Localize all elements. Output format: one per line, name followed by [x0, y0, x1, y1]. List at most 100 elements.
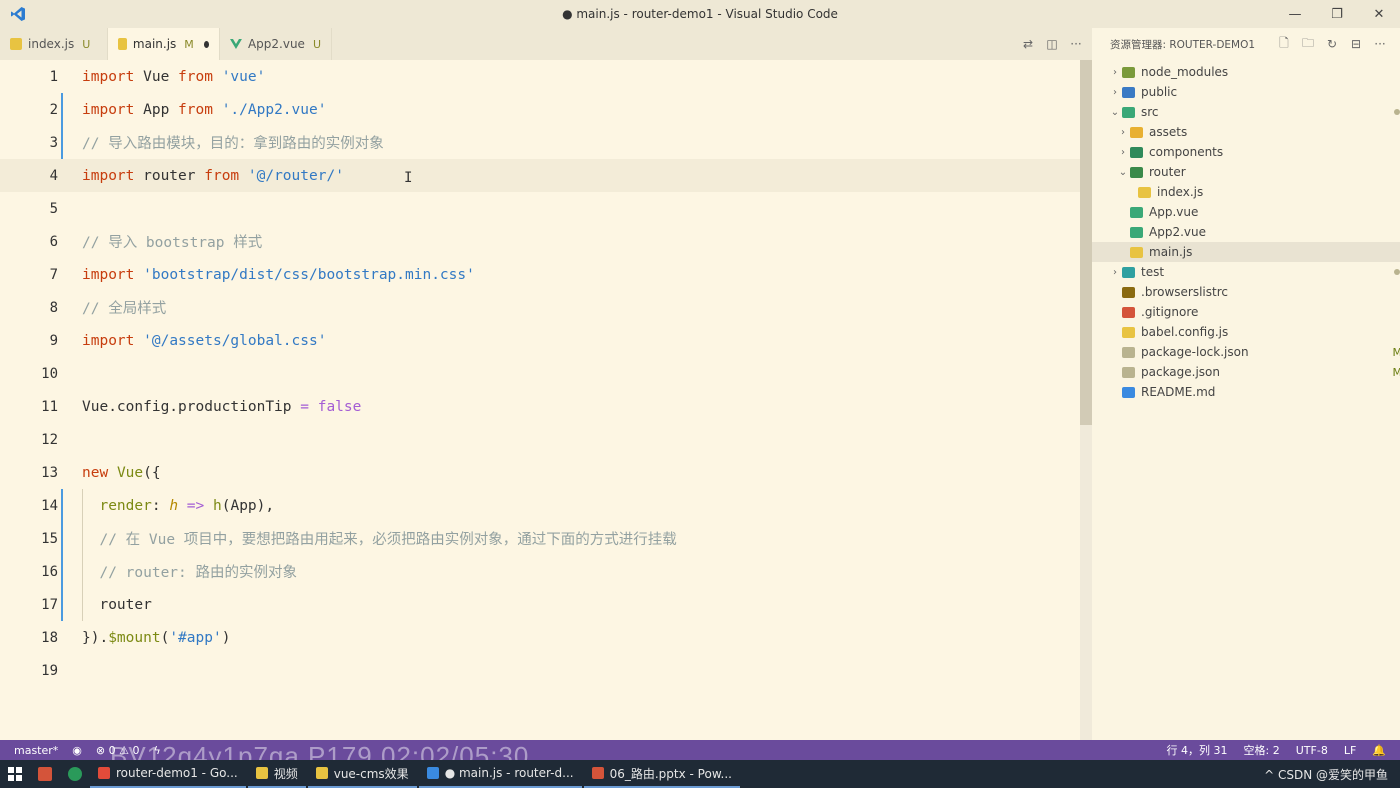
editor-scrollbar[interactable]: [1080, 60, 1092, 740]
tree-item-index-js[interactable]: index.jsU: [1092, 182, 1400, 202]
encoding[interactable]: UTF-8: [1296, 744, 1328, 757]
file-type-icon: [1122, 286, 1135, 298]
code-text: // router: 路由的实例对象: [82, 561, 297, 582]
tab-label: App2.vue: [247, 37, 305, 51]
tree-item-test[interactable]: › test: [1092, 262, 1400, 282]
new-file-icon[interactable]: 🗋: [1276, 36, 1292, 52]
line-number: 11: [41, 398, 58, 415]
tab-main-js[interactable]: main.js M: [108, 28, 220, 60]
tree-item-app2-vue[interactable]: App2.vueU: [1092, 222, 1400, 242]
cursor-position[interactable]: 行 4，列 31: [1167, 742, 1228, 758]
split-editor-icon[interactable]: ◫: [1044, 36, 1060, 52]
browser-icon[interactable]: [60, 760, 90, 788]
code-text: // 导入 bootstrap 样式: [82, 231, 262, 252]
taskbar-item[interactable]: vue-cms效果: [307, 760, 417, 788]
line-number: 14: [41, 497, 58, 514]
tree-item-package-json[interactable]: package.json M: [1092, 362, 1400, 382]
file-type-icon: [1130, 166, 1143, 178]
tree-item-components[interactable]: › components: [1092, 142, 1400, 162]
vscode-icon: [11, 7, 25, 21]
tree-item-gitignore[interactable]: .gitignore: [1092, 302, 1400, 322]
tree-item-babel-config-js[interactable]: babel.config.js: [1092, 322, 1400, 342]
code-line[interactable]: 11 Vue.config.productionTip = false: [0, 390, 1080, 423]
pinned-app-icon[interactable]: [30, 760, 60, 788]
chevron-icon: ›: [1121, 126, 1125, 138]
scrollbar-thumb[interactable]: [1080, 60, 1092, 425]
taskbar-item[interactable]: 视频: [247, 760, 306, 788]
tree-item-label: .browserslistrc: [1141, 285, 1228, 299]
code-line[interactable]: 4 import router from '@/router/': [0, 159, 1080, 192]
system-tray[interactable]: ^ CSDN @爱笑的甲鱼: [1264, 766, 1388, 783]
git-branch[interactable]: master*: [14, 744, 58, 757]
code-token: h: [169, 497, 179, 514]
more-icon[interactable]: ···: [1372, 36, 1388, 52]
chevron-icon: ›: [1121, 146, 1125, 158]
tree-item-label: router: [1149, 165, 1186, 179]
tree-item-label: main.js: [1149, 245, 1193, 259]
restore-button[interactable]: ❐: [1316, 0, 1358, 28]
code-line[interactable]: 18}).$mount('#app'): [0, 621, 1080, 654]
code-line[interactable]: 3 // 导入路由模块，目的：拿到路由的实例对象: [0, 126, 1080, 159]
code-line[interactable]: 15 // 在 Vue 项目中，要想把路由用起来，必须把路由实例对象，通过下面的…: [0, 522, 1080, 555]
tree-item-node-modules[interactable]: › node_modules: [1092, 62, 1400, 82]
code-token: Vue: [134, 68, 179, 85]
code-line[interactable]: 13 new Vue({: [0, 456, 1080, 489]
code-line[interactable]: 7 import 'bootstrap/dist/css/bootstrap.mi…: [0, 258, 1080, 291]
code-line[interactable]: 12: [0, 423, 1080, 456]
tree-item-assets[interactable]: › assets: [1092, 122, 1400, 142]
code-line[interactable]: 17 router: [0, 588, 1080, 621]
source-control-compare-icon[interactable]: ⇄: [1020, 36, 1036, 52]
code-line[interactable]: 8 // 全局样式: [0, 291, 1080, 324]
tree-item-label: package-lock.json: [1141, 345, 1249, 359]
code-line[interactable]: 1 import Vue from 'vue': [0, 60, 1080, 93]
unsaved-dot-icon[interactable]: [203, 40, 209, 48]
tab-git-status: U: [312, 37, 321, 51]
app-icon: [255, 767, 268, 779]
new-folder-icon[interactable]: 🗀: [1300, 36, 1316, 52]
code-token: false: [317, 398, 362, 415]
tree-item-src[interactable]: ⌄ src: [1092, 102, 1400, 122]
refresh-icon[interactable]: ↻: [1324, 36, 1340, 52]
code-text: Vue.config.productionTip = false: [82, 399, 361, 415]
code-editor[interactable]: 1 import Vue from 'vue' 2 import App from '…: [0, 60, 1080, 740]
tree-item-public[interactable]: › public: [1092, 82, 1400, 102]
tab-app2-vue[interactable]: App2.vue U: [220, 28, 332, 60]
line-number: 6: [49, 233, 58, 250]
tree-item-package-lock-json[interactable]: package-lock.json M: [1092, 342, 1400, 362]
end-of-line[interactable]: LF: [1344, 744, 1356, 757]
sync-icon[interactable]: ◉: [72, 744, 82, 757]
tree-item-app-vue[interactable]: App.vueM: [1092, 202, 1400, 222]
code-line[interactable]: 9 import '@/assets/global.css': [0, 324, 1080, 357]
code-line[interactable]: 10: [0, 357, 1080, 390]
indentation[interactable]: 空格: 2: [1244, 742, 1280, 758]
tree-item-main-js[interactable]: main.jsM: [1092, 242, 1400, 262]
bell-icon[interactable]: 🔔: [1372, 744, 1386, 757]
code-text: // 在 Vue 项目中，要想把路由用起来，必须把路由实例对象，通过下面的方式进…: [82, 528, 677, 549]
close-button[interactable]: ✕: [1358, 0, 1400, 28]
code-line[interactable]: 6 // 导入 bootstrap 样式: [0, 225, 1080, 258]
code-token: // 在 Vue 项目中，要想把路由用起来，必须把路由实例对象，通过下面的方式进…: [82, 532, 677, 548]
more-actions-icon[interactable]: ···: [1068, 36, 1084, 52]
collapse-all-icon[interactable]: ⊟: [1348, 36, 1364, 52]
tab-index-js[interactable]: index.js U: [0, 28, 108, 60]
code-token: 'vue': [221, 68, 266, 85]
tree-item-router[interactable]: ⌄ router: [1092, 162, 1400, 182]
code-line[interactable]: 2 import App from './App2.vue': [0, 93, 1080, 126]
minimize-button[interactable]: —: [1274, 0, 1316, 28]
title-bar: ● main.js - router-demo1 - Visual Studio…: [0, 0, 1400, 28]
code-line[interactable]: 19: [0, 654, 1080, 687]
tree-item-browserslistrc[interactable]: .browserslistrc: [1092, 282, 1400, 302]
code-line[interactable]: 5: [0, 192, 1080, 225]
code-line[interactable]: 14 render: h => h(App),: [0, 489, 1080, 522]
windows-start-icon[interactable]: [0, 760, 30, 788]
taskbar-item[interactable]: ● main.js - router-d...: [418, 760, 582, 788]
code-token: router: [82, 596, 152, 613]
tree-item-readme-md[interactable]: README.md: [1092, 382, 1400, 402]
code-line[interactable]: 16 // router: 路由的实例对象: [0, 555, 1080, 588]
taskbar-item[interactable]: 06_路由.pptx - Pow...: [583, 760, 740, 788]
taskbar-item[interactable]: router-demo1 - Go...: [90, 760, 246, 788]
chevron-icon: ›: [1113, 66, 1117, 78]
code-token: =: [300, 398, 309, 415]
